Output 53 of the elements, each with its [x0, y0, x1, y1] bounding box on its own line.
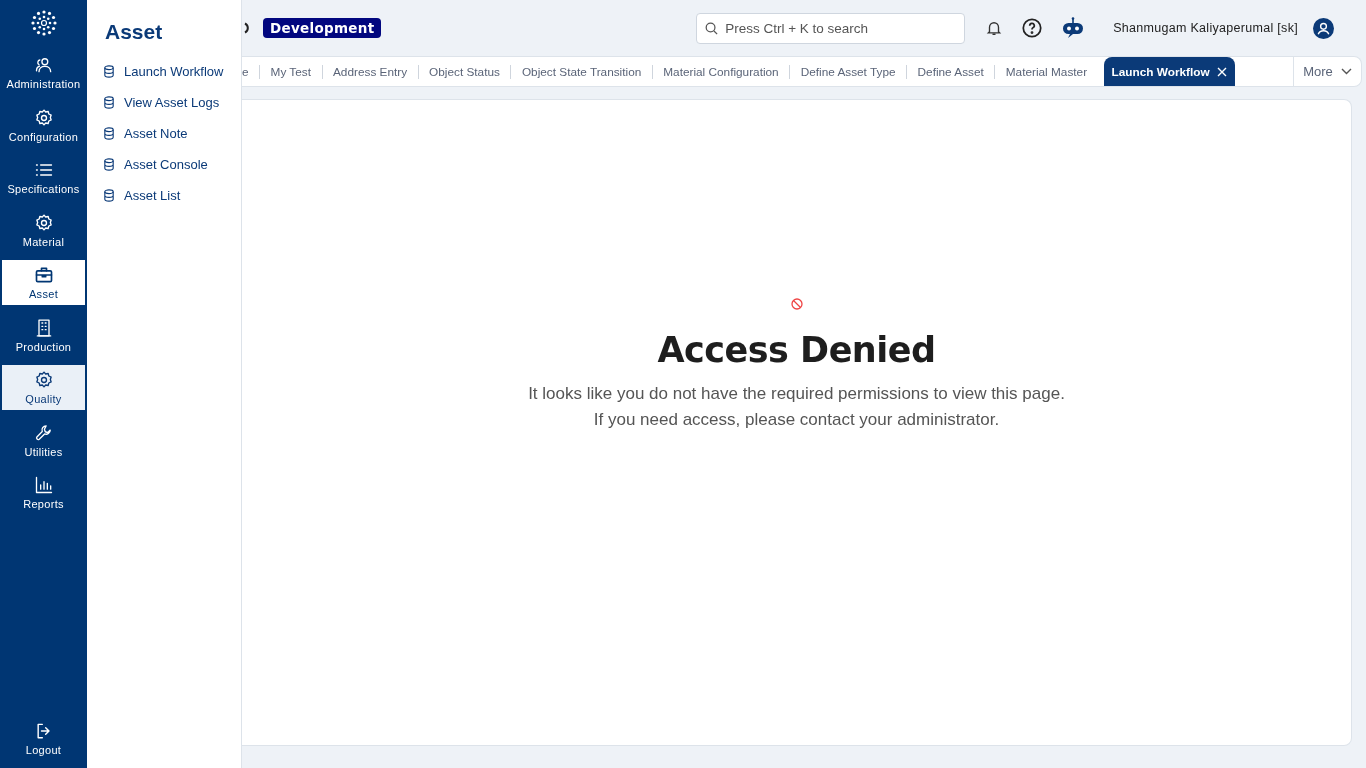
bell-icon[interactable] [985, 19, 1004, 37]
tab[interactable]: Address Entry [322, 57, 418, 86]
nav-item[interactable]: Asset [2, 260, 85, 305]
gear-icon [33, 212, 54, 233]
briefcase-icon [33, 265, 54, 285]
gear-icon [33, 107, 54, 128]
wrench-icon [33, 422, 54, 443]
nav-item[interactable]: Material [2, 207, 85, 253]
submenu-item[interactable]: Asset List [103, 180, 241, 211]
tab[interactable]: Material Master [995, 57, 1098, 86]
environment-badge: Development [263, 18, 382, 38]
submenu-title: Asset [105, 20, 164, 44]
avatar-icon[interactable] [1313, 17, 1334, 39]
submenu-item[interactable]: Asset Note [103, 118, 241, 149]
tab[interactable]: Object State Transition [511, 57, 652, 86]
tab[interactable]: Define Asset Type [790, 57, 907, 86]
search-field[interactable]: Press Ctrl + K to search [696, 12, 966, 44]
nav-item[interactable]: Utilities [2, 417, 85, 463]
tab[interactable]: Material Configuration [652, 57, 790, 86]
database-icon [103, 158, 115, 171]
close-icon[interactable] [1216, 66, 1227, 77]
database-icon [103, 65, 115, 78]
tab[interactable]: Define Asset [907, 57, 995, 86]
nav-item[interactable]: Configuration [2, 102, 85, 148]
nav-item[interactable]: Specifications [2, 155, 85, 200]
gear-icon [33, 370, 54, 390]
user-name: Shanmugam Kaliyaperumal [sk] [1113, 21, 1298, 35]
bar-chart-icon [33, 475, 54, 495]
tab[interactable]: e [242, 57, 260, 86]
more-dropdown[interactable]: More [1293, 57, 1361, 86]
search-icon [704, 20, 720, 36]
chevron-down-icon [1340, 68, 1352, 75]
submenu-item[interactable]: View Asset Logs [103, 87, 241, 118]
logout-button[interactable]: Logout [2, 715, 85, 761]
database-icon [103, 127, 115, 140]
nav-item[interactable]: Quality [2, 365, 85, 410]
nav-item[interactable]: Administration [2, 50, 85, 95]
help-icon[interactable] [1021, 17, 1044, 39]
tab[interactable]: Launch Workflow [1103, 57, 1235, 86]
tab[interactable]: My Test [260, 57, 322, 86]
tab[interactable]: Object Status [418, 57, 511, 86]
prohibited-icon [790, 298, 803, 310]
error-message: It looks like you do not have the required permissions to view this page. [528, 384, 1065, 404]
nav-item[interactable]: Production [2, 312, 85, 358]
database-icon [103, 189, 115, 202]
error-message: If you need access, please contact your administrator. [593, 410, 1000, 430]
submenu-item[interactable]: Launch Workflow [103, 56, 241, 87]
users-icon [33, 55, 54, 75]
database-icon [103, 96, 115, 109]
nav-item[interactable]: Reports [2, 470, 85, 515]
error-title: Access Denied [657, 330, 936, 370]
submenu-item[interactable]: Asset Console [103, 149, 241, 180]
robot-icon[interactable] [1061, 17, 1086, 39]
